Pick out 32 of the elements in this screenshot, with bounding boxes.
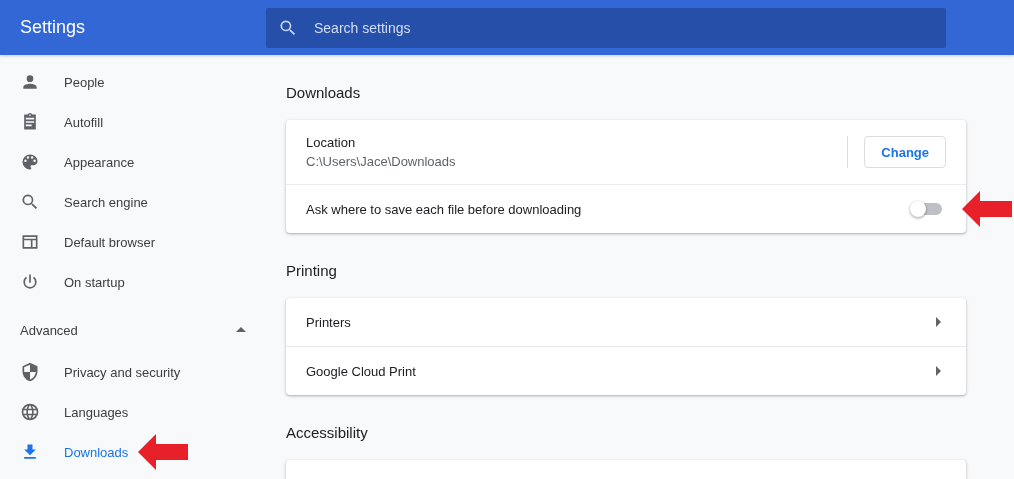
power-icon: [20, 272, 40, 292]
setting-label: Ask where to save each file before downloading: [306, 201, 583, 217]
person-icon: [20, 72, 40, 92]
sidebar-item[interactable]: People: [0, 62, 105, 102]
shield-icon: [20, 362, 40, 382]
search-icon: [20, 192, 40, 212]
sidebar-item[interactable]: Search engine: [0, 182, 148, 222]
sidebar-item[interactable]: Autofill: [0, 102, 104, 142]
setting-value: C:\Users\Jace\Downloads: [306, 154, 457, 169]
section-heading: Accessibility: [286, 423, 369, 443]
caret-icon: [236, 327, 246, 333]
caret-icon: [936, 317, 941, 327]
sidebar-item[interactable]: Privacy and security: [0, 352, 181, 392]
setting-link[interactable]: Printers: [306, 314, 936, 330]
change-button[interactable]: Change: [864, 136, 946, 168]
sidebar-item[interactable]: On startup: [0, 262, 125, 302]
sidebar-item[interactable]: Downloads: [0, 432, 129, 472]
setting-link[interactable]: Google Cloud Print: [306, 363, 936, 379]
sidebar-item[interactable]: Default browser: [0, 222, 156, 262]
browser-icon: [20, 232, 40, 252]
section-heading: Downloads: [286, 83, 362, 103]
palette-icon: [20, 152, 40, 172]
advanced-toggle[interactable]: Advanced: [0, 312, 281, 348]
sidebar-item[interactable]: Languages: [0, 392, 129, 432]
search-input[interactable]: Search settings: [312, 18, 946, 37]
setting-label: Location: [306, 135, 357, 150]
caret-icon: [936, 366, 941, 376]
section-heading: Printing: [286, 261, 338, 281]
app-title: Settings: [19, 17, 87, 38]
sidebar-item[interactable]: Appearance: [0, 142, 135, 182]
globe-icon: [20, 402, 40, 422]
search-field[interactable]: Search settings: [266, 7, 946, 48]
